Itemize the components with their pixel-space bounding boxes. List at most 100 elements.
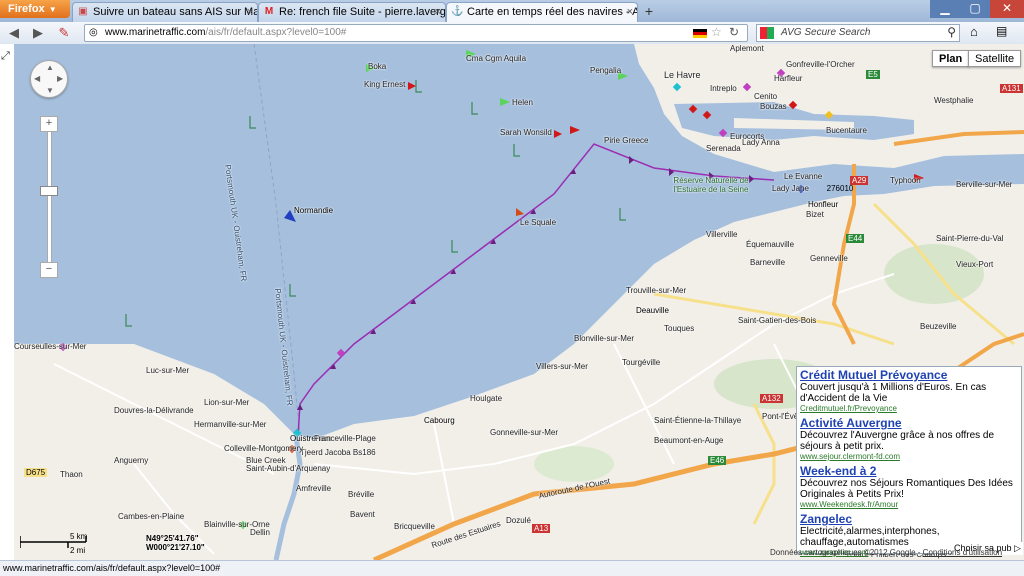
ship-label[interactable]: Intreplo: [710, 84, 737, 93]
ad-item[interactable]: Activité Auvergne Découvrez l'Auvergne g…: [800, 417, 1018, 462]
fullscreen-icon[interactable]: ⤢: [1, 50, 10, 63]
status-bar: www.marinetraffic.com/ais/fr/default.asp…: [0, 560, 1024, 576]
map-canvas[interactable]: ▲ ▼ ◀ ▶ + − Plan Satellite Le Havre Aple…: [14, 44, 1024, 560]
ship-label[interactable]: Bucentaure: [826, 126, 867, 135]
road-shield: E5: [866, 70, 880, 79]
ship-label[interactable]: Bizet: [806, 210, 824, 219]
road-shield: A132: [760, 394, 783, 403]
place-label: Cabourg: [424, 416, 455, 425]
firefox-menu-button[interactable]: Firefox ▼: [0, 0, 70, 18]
search-icon[interactable]: ⚲: [947, 25, 956, 39]
ad-title-link[interactable]: Activité Auvergne: [800, 417, 1018, 430]
place-label: Bréville: [348, 490, 375, 499]
zoom-slider-thumb[interactable]: [40, 186, 58, 196]
tab-ais-article[interactable]: ▣ Suivre un bateau sans AIS sur Marine .…: [72, 2, 258, 22]
ship-label[interactable]: Le Squale: [520, 218, 556, 227]
ad-url-link[interactable]: www.Weekendesk.fr/Amour: [800, 500, 1018, 510]
place-label: Amfreville: [296, 484, 332, 493]
place-label: Colleville-Montgomery: [224, 444, 304, 453]
pan-up-icon[interactable]: ▲: [46, 63, 54, 72]
ship-label[interactable]: Pengalia: [590, 66, 621, 75]
place-label: Dozulé: [506, 516, 531, 525]
ship-label[interactable]: Helen: [512, 98, 533, 107]
chevron-down-icon: ▼: [48, 5, 57, 14]
place-label: Saint-Étienne-la-Thillaye: [654, 416, 742, 425]
new-tab-button[interactable]: +: [640, 3, 658, 20]
tab-label: Re: french file Suite - pierre.laverge@.…: [279, 6, 446, 18]
ship-id-label[interactable]: 276010: [820, 184, 860, 194]
ad-item[interactable]: Crédit Mutuel Prévoyance Couvert jusqu'à…: [800, 369, 1018, 414]
back-button[interactable]: ◀: [4, 24, 24, 42]
bookmark-star-icon[interactable]: ☆: [711, 25, 722, 39]
close-icon[interactable]: ×: [247, 3, 253, 21]
zoom-slider-track[interactable]: [47, 124, 52, 276]
close-icon[interactable]: ×: [435, 3, 441, 21]
ad-title-link[interactable]: Crédit Mutuel Prévoyance: [800, 369, 1018, 382]
road-shield: A131: [1000, 84, 1023, 93]
tab-gmail[interactable]: M Re: french file Suite - pierre.laverge…: [258, 2, 446, 22]
sidebar-strip: ⤢: [0, 44, 15, 560]
toolbar-menu-icon[interactable]: ▤: [996, 24, 1007, 38]
longitude-readout: W000°21'27.10": [146, 543, 205, 552]
maximize-button[interactable]: ▢: [960, 0, 990, 18]
tab-bar: Firefox ▼ ▣ Suivre un bateau sans AIS sur…: [0, 0, 1024, 23]
ad-item[interactable]: Week-end à 2 Découvrez nos Séjours Roman…: [800, 465, 1018, 510]
ship-icon: ⚓: [451, 6, 464, 17]
tab-label: Suivre un bateau sans AIS sur Marine ...: [93, 6, 257, 18]
place-label: Douvres-la-Délivrande: [114, 406, 194, 415]
attribution-text: Données cartographiques ©2012 Google -: [770, 548, 921, 557]
pan-right-icon[interactable]: ▶: [57, 74, 63, 83]
terms-link[interactable]: Conditions d'utilisation: [923, 548, 1002, 557]
extension-icon[interactable]: ✎: [54, 24, 74, 42]
tab-marinetraffic[interactable]: ⚓ Carte en temps réel des navires - AIS …: [446, 2, 638, 22]
ship-label[interactable]: King Ernest: [364, 80, 405, 89]
ship-label[interactable]: Le Evanne: [784, 172, 822, 181]
scale-mi-label: 2 mi: [70, 546, 86, 555]
map-type-satellite[interactable]: Satellite: [968, 50, 1022, 67]
ship-label[interactable]: Bouzas: [760, 102, 787, 111]
ad-title-link[interactable]: Zangelec: [800, 513, 1018, 526]
ad-url-link[interactable]: www.sejour.clermont-fd.com: [800, 452, 1018, 462]
ship-label[interactable]: Sarah Wonsild: [500, 128, 552, 137]
zoom-out-button[interactable]: −: [40, 262, 58, 278]
ship-label[interactable]: Tjeerd Jacoba Bs186: [300, 448, 376, 457]
ship-label[interactable]: Serenada: [706, 144, 741, 153]
navigation-toolbar: ◀ ▶ ✎ ◎ www.marinetraffic.com/ais/fr/def…: [0, 22, 1024, 45]
place-label: Barneville: [750, 258, 786, 267]
ship-label[interactable]: Cenito: [754, 92, 777, 101]
refresh-icon[interactable]: ↻: [729, 25, 739, 39]
road-shield: D675: [24, 468, 48, 477]
ship-label[interactable]: Lady Jane: [772, 184, 809, 193]
ship-label[interactable]: Lady Anna: [742, 138, 780, 147]
road-shield: A13: [532, 524, 551, 533]
status-text: www.marinetraffic.com/ais/fr/default.asp…: [3, 563, 221, 573]
home-icon[interactable]: ⌂: [970, 24, 978, 39]
ad-panel: Crédit Mutuel Prévoyance Couvert jusqu'à…: [796, 366, 1022, 557]
pan-control[interactable]: ▲ ▼ ◀ ▶: [30, 60, 68, 98]
search-input[interactable]: AVG Secure Search ⚲: [756, 24, 960, 42]
pan-left-icon[interactable]: ◀: [34, 74, 40, 83]
page-icon: ▣: [78, 6, 88, 17]
forward-button[interactable]: ▶: [28, 24, 48, 42]
ad-url-link[interactable]: Creditmutuel.fr/Prevoyance: [800, 404, 1018, 414]
close-window-button[interactable]: ✕: [990, 0, 1024, 18]
ship-label[interactable]: Normandie: [294, 206, 333, 215]
close-icon[interactable]: ×: [627, 3, 633, 21]
ship-label[interactable]: Boka: [368, 62, 386, 71]
ad-title-link[interactable]: Week-end à 2: [800, 465, 1018, 478]
search-placeholder: AVG Secure Search: [781, 27, 871, 38]
ship-label[interactable]: Pirie Greece: [604, 136, 648, 145]
ship-label[interactable]: Typhoon: [890, 176, 921, 185]
minimize-button[interactable]: ▁: [930, 0, 960, 18]
place-label: Houlgate: [470, 394, 503, 403]
ship-label[interactable]: Cma Cgm Aquila: [466, 54, 526, 63]
url-bar[interactable]: ◎ www.marinetraffic.com/ais/fr/default.a…: [84, 24, 748, 42]
globe-icon: ◎: [89, 27, 98, 38]
place-label: Westphalie: [934, 96, 974, 105]
place-label: Gonneville-sur-Mer: [490, 428, 559, 437]
pan-down-icon[interactable]: ▼: [46, 86, 54, 95]
place-label: Courseulles-sur-Mer: [14, 342, 87, 351]
zoom-in-button[interactable]: +: [40, 116, 58, 132]
map-type-plan[interactable]: Plan: [932, 50, 970, 67]
place-label: Touques: [664, 324, 695, 333]
